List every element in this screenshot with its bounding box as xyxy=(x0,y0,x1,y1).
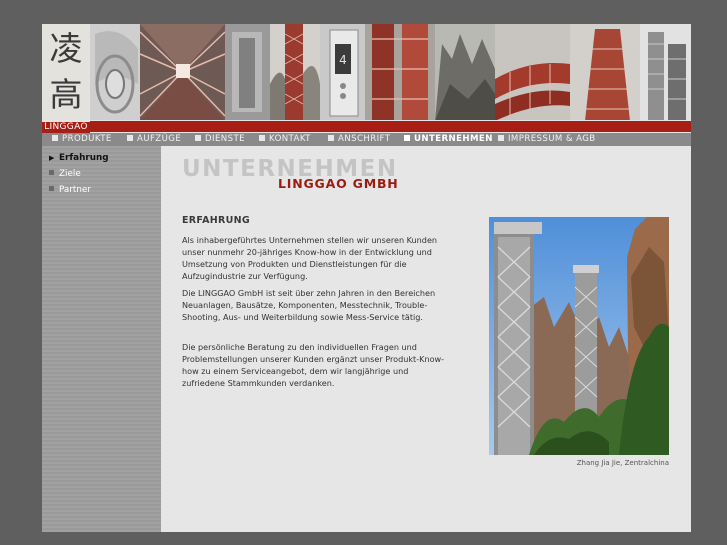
nav-item-label: IMPRESSUM & AGB xyxy=(508,134,596,144)
sidebar-item-partner[interactable]: Partner xyxy=(49,183,91,197)
nav-item-unternehmen[interactable]: UNTERNEHMEN xyxy=(404,133,493,146)
paragraph: Als inhabergeführtes Unternehmen stellen… xyxy=(182,235,438,281)
square-bullet-icon xyxy=(49,170,54,175)
nav-item-dienste[interactable]: DIENSTE xyxy=(195,133,245,146)
sidebar-item-label: Partner xyxy=(59,185,91,195)
header-banner: 凌 高 4 xyxy=(42,24,691,120)
square-bullet-icon xyxy=(49,186,54,191)
square-bullet-icon xyxy=(259,135,265,141)
sidebar-item-label: Ziele xyxy=(59,169,81,179)
nav-item-produkte[interactable]: PRODUKTE xyxy=(52,133,112,146)
floor-number-display: 4 xyxy=(339,53,347,67)
nav-item-label: KONTAKT xyxy=(269,134,311,144)
square-bullet-icon xyxy=(404,135,410,141)
nav-item-anschrift[interactable]: ANSCHRIFT xyxy=(328,133,390,146)
nav-item-aufzuege[interactable]: AUFZÜGE xyxy=(127,133,181,146)
page-frame: 凌 高 4 LINGGAO PRODUKTE AUFZÜGE DIENSTE K… xyxy=(42,24,691,532)
square-bullet-icon xyxy=(195,135,201,141)
square-bullet-icon xyxy=(498,135,504,141)
banner-collage-image: 4 xyxy=(90,24,691,120)
sidebar: ▶ Erfahrung Ziele Partner xyxy=(42,146,161,532)
elevator-photo xyxy=(489,217,669,455)
logo[interactable]: 凌 高 xyxy=(42,24,91,120)
nav-item-label: PRODUKTE xyxy=(62,134,112,144)
square-bullet-icon xyxy=(52,135,58,141)
sidebar-item-erfahrung[interactable]: ▶ Erfahrung xyxy=(49,151,109,165)
page-title: LINGGAO GMBH xyxy=(278,176,399,191)
section-heading: ERFAHRUNG xyxy=(182,215,250,226)
main-content: UNTERNEHMEN LINGGAO GMBH ERFAHRUNG Als i… xyxy=(161,146,691,532)
logo-char-top: 凌 xyxy=(49,29,83,68)
square-bullet-icon xyxy=(328,135,334,141)
header-red-bar xyxy=(90,121,691,132)
square-bullet-icon xyxy=(127,135,133,141)
nav-item-label: ANSCHRIFT xyxy=(338,134,391,144)
sidebar-item-label: Erfahrung xyxy=(59,153,109,163)
logo-wordmark: LINGGAO xyxy=(42,122,90,133)
photo-caption: Zhang Jia Jie, Zentralchina xyxy=(576,459,669,467)
nav-item-label: UNTERNEHMEN xyxy=(414,134,493,144)
sidebar-item-ziele[interactable]: Ziele xyxy=(49,167,81,181)
nav-item-label: AUFZÜGE xyxy=(137,134,182,144)
paragraph: Die persönliche Beratung zu den individu… xyxy=(182,342,445,388)
triangle-right-icon: ▶ xyxy=(49,154,55,162)
nav-item-impressum-agb[interactable]: IMPRESSUM & AGB xyxy=(498,133,596,146)
main-navigation: PRODUKTE AUFZÜGE DIENSTE KONTAKT ANSCHRI… xyxy=(42,133,691,146)
nav-item-kontakt[interactable]: KONTAKT xyxy=(259,133,311,146)
nav-item-label: DIENSTE xyxy=(205,134,245,144)
logo-char-bottom: 高 xyxy=(49,75,83,114)
paragraph: Die LINGGAO GmbH ist seit über zehn Jahr… xyxy=(182,288,436,322)
